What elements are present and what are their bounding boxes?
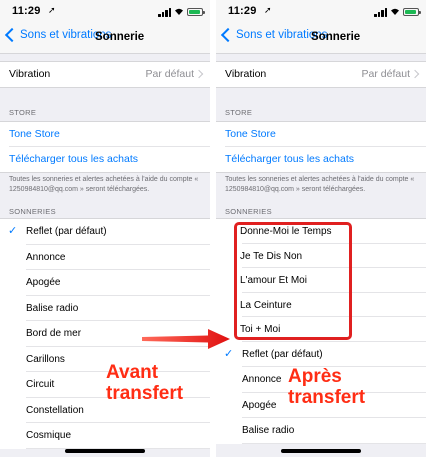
ringtone-name: Circuit (26, 379, 55, 390)
vibration-value: Par défaut (145, 68, 194, 80)
store-group: Tone Store Télécharger tous les achats (0, 121, 210, 173)
phone-before: 11:29 ➚ Sons et vibrations Sonnerie Vibr… (0, 0, 210, 457)
ringtone-name: Apogée (26, 277, 61, 288)
ringtones-header: SONNERIES (9, 207, 56, 216)
status-bar: 11:29 ➚ (216, 0, 426, 24)
transfer-arrow-icon (142, 329, 230, 349)
ringtone-name: Annonce (26, 251, 66, 263)
tone-store-row[interactable]: Tone Store (0, 122, 210, 147)
wifi-icon (175, 8, 183, 15)
ringtone-item[interactable]: ✓ Reflet (par défaut) (216, 342, 426, 367)
status-time: 11:29 (12, 5, 41, 17)
ringtones-header: SONNERIES (225, 207, 272, 216)
checkmark-icon: ✓ (8, 225, 18, 237)
vibration-value: Par défaut (361, 68, 410, 80)
tone-store-link: Tone Store (225, 128, 276, 140)
chevron-left-icon (4, 27, 20, 43)
phone-after: 11:29 ➚ Sons et vibrations Sonnerie Vibr… (216, 0, 426, 457)
download-all-link: Télécharger tous les achats (9, 153, 138, 165)
page-title: Sonnerie (95, 31, 145, 43)
home-indicator (281, 449, 361, 453)
ringtone-item[interactable]: Annonce (0, 245, 210, 270)
battery-icon (403, 8, 421, 16)
ringtone-item[interactable]: Cosmique (0, 423, 210, 449)
status-bar: 11:29 ➚ (0, 0, 210, 24)
nav-bar: Sons et vibrations Sonnerie (0, 24, 210, 54)
location-arrow-icon: ➚ (48, 5, 56, 15)
page-title: Sonnerie (311, 31, 361, 43)
ringtone-item[interactable]: Balise radio (216, 418, 426, 444)
ringtone-name: Reflet (par défaut) (242, 348, 323, 360)
store-group: Tone Store Télécharger tous les achats (216, 121, 426, 173)
ringtone-name: Balise radio (26, 302, 79, 314)
after-label: Après transfert (288, 366, 366, 408)
vibration-label: Vibration (225, 68, 267, 80)
ringtone-name: Annonce (242, 374, 282, 385)
vibration-group: Vibration Par défaut (0, 61, 210, 88)
home-indicator (65, 449, 145, 453)
ringtone-item[interactable]: Apogée (0, 270, 210, 296)
nav-bar: Sons et vibrations Sonnerie (216, 24, 426, 54)
download-all-link: Télécharger tous les achats (225, 153, 354, 165)
download-all-row[interactable]: Télécharger tous les achats (216, 147, 426, 172)
new-ringtones-highlight (234, 222, 352, 340)
chevron-left-icon (220, 27, 236, 43)
ringtone-name: Carillons (26, 353, 65, 365)
battery-icon (187, 8, 205, 16)
vibration-label: Vibration (9, 68, 51, 80)
download-all-row[interactable]: Télécharger tous les achats (0, 147, 210, 172)
ringtone-name: Apogée (242, 399, 277, 411)
ringtone-name: Reflet (par défaut) (26, 226, 107, 237)
chevron-right-icon (410, 69, 420, 79)
ringtone-item[interactable]: ✓ Reflet (par défaut) (0, 219, 210, 245)
vibration-row[interactable]: Vibration Par défaut (0, 62, 210, 87)
ringtone-name: Bord de mer (26, 328, 82, 339)
store-footer: Toutes les sonneries et alertes achetées… (9, 176, 199, 193)
tone-store-row[interactable]: Tone Store (216, 122, 426, 147)
vibration-group: Vibration Par défaut (216, 61, 426, 88)
before-label: Avant transfert (106, 362, 184, 404)
wifi-icon (391, 8, 399, 15)
location-arrow-icon: ➚ (264, 5, 272, 15)
store-footer: Toutes les sonneries et alertes achetées… (225, 176, 415, 193)
ringtone-name: Cosmique (26, 430, 72, 441)
tone-store-link: Tone Store (9, 128, 60, 140)
store-header: STORE (9, 108, 37, 117)
status-time: 11:29 (228, 5, 257, 17)
ringtone-name: Balise radio (242, 425, 295, 436)
vibration-row[interactable]: Vibration Par défaut (216, 62, 426, 87)
signal-icon (158, 8, 172, 17)
chevron-right-icon (194, 69, 204, 79)
store-header: STORE (225, 108, 253, 117)
signal-icon (374, 8, 388, 17)
ringtone-name: Constellation (26, 404, 84, 416)
ringtone-item[interactable]: Balise radio (0, 296, 210, 321)
